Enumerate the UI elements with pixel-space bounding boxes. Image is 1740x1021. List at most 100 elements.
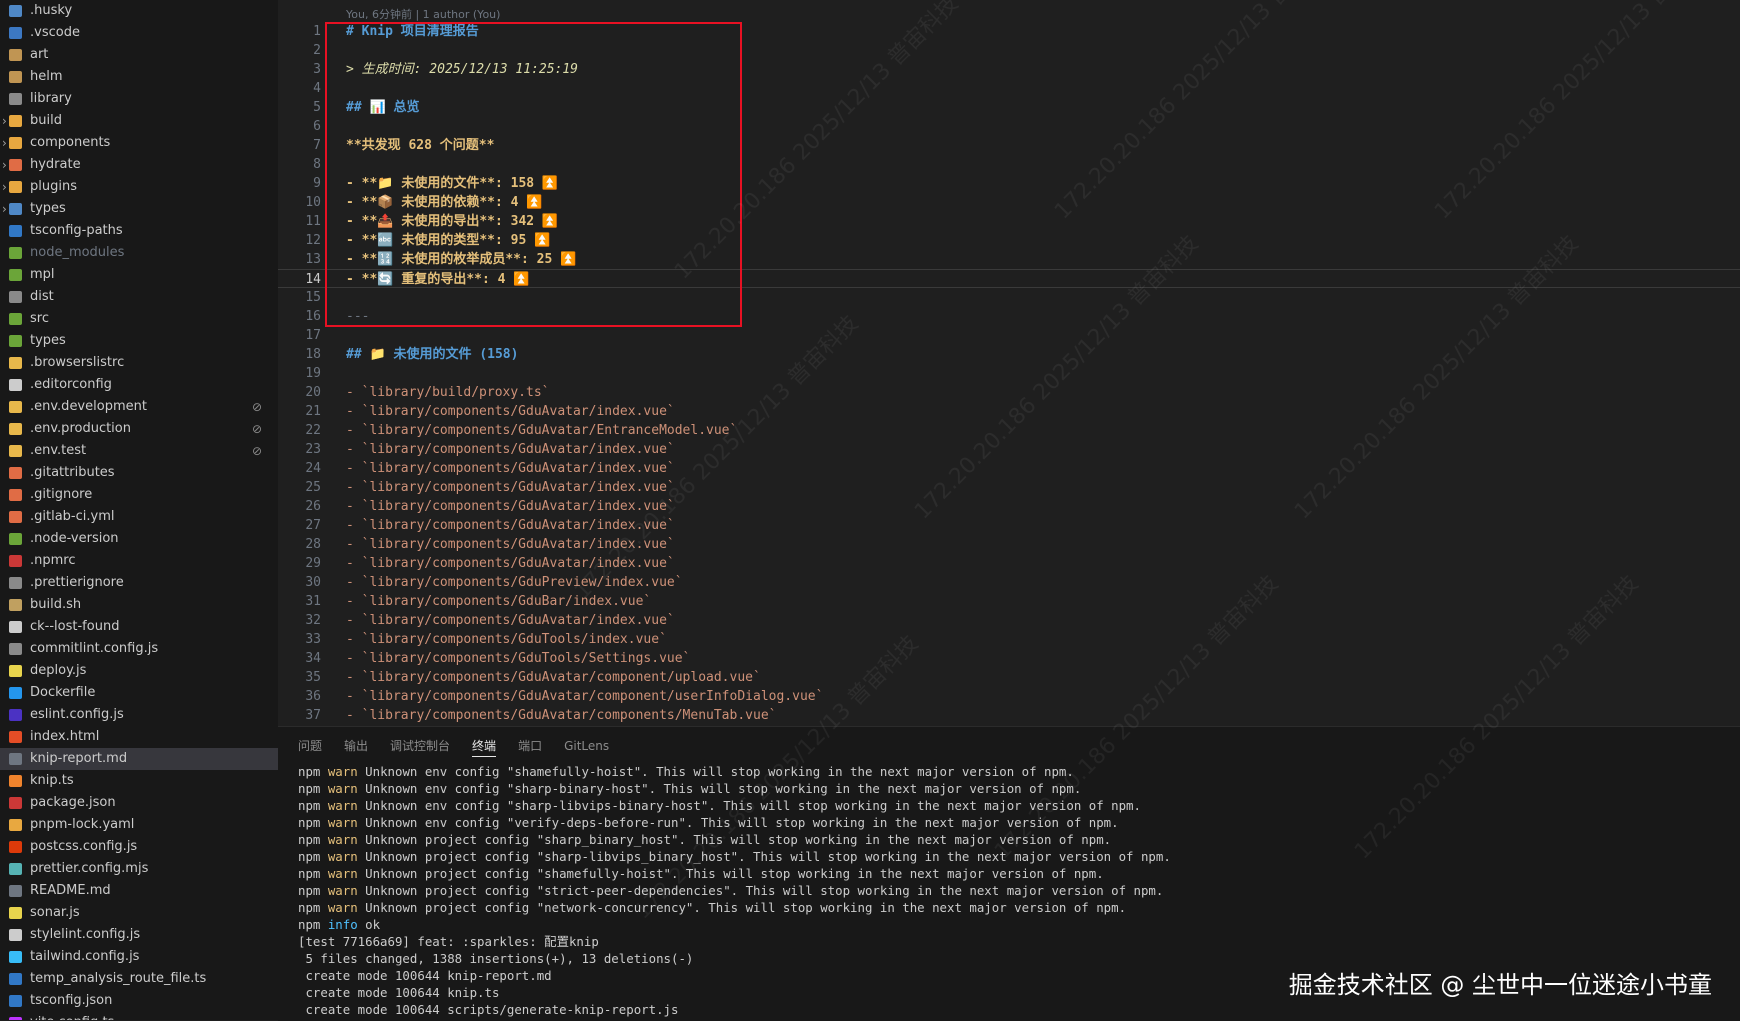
code-line[interactable]: 17	[278, 326, 1740, 345]
explorer-item[interactable]: node_modules	[0, 242, 278, 264]
explorer-item[interactable]: .gitlab-ci.yml	[0, 506, 278, 528]
code-line[interactable]: 20 - `library/build/proxy.ts`	[278, 383, 1740, 402]
code-line[interactable]: 28 - `library/components/GduAvatar/index.…	[278, 535, 1740, 554]
explorer-item[interactable]: README.md	[0, 880, 278, 902]
code-line[interactable]: 22 - `library/components/GduAvatar/Entran…	[278, 421, 1740, 440]
explorer-item[interactable]: postcss.config.js	[0, 836, 278, 858]
code-line[interactable]: 26 - `library/components/GduAvatar/index.…	[278, 497, 1740, 516]
explorer-item[interactable]: temp_analysis_route_file.ts	[0, 968, 278, 990]
code-line[interactable]: 24 - `library/components/GduAvatar/index.…	[278, 459, 1740, 478]
explorer-item[interactable]: .node-version	[0, 528, 278, 550]
explorer-item[interactable]: › types	[0, 198, 278, 220]
explorer-item[interactable]: tsconfig.json	[0, 990, 278, 1012]
code-line[interactable]: 19	[278, 364, 1740, 383]
explorer-item[interactable]: mpl	[0, 264, 278, 286]
explorer-item[interactable]: deploy.js	[0, 660, 278, 682]
explorer-item[interactable]: helm	[0, 66, 278, 88]
explorer-item[interactable]: src	[0, 308, 278, 330]
explorer-item[interactable]: .env.development ⊘	[0, 396, 278, 418]
explorer-item[interactable]: prettier.config.mjs	[0, 858, 278, 880]
line-text: - `library/components/GduAvatar/index.vu…	[346, 480, 675, 495]
code-line[interactable]: 35 - `library/components/GduAvatar/compon…	[278, 668, 1740, 687]
explorer-item[interactable]: .prettierignore	[0, 572, 278, 594]
explorer-item[interactable]: .npmrc	[0, 550, 278, 572]
code-line[interactable]: 32 - `library/components/GduAvatar/index.…	[278, 611, 1740, 630]
explorer-item[interactable]: › components	[0, 132, 278, 154]
code-line[interactable]: 13 - **🔢 未使用的枚举成员**: 25 ⏫	[278, 250, 1740, 269]
panel-tab[interactable]: 输出	[344, 737, 368, 754]
code-line[interactable]: 8	[278, 155, 1740, 174]
code-line[interactable]: 2	[278, 41, 1740, 60]
code-line[interactable]: 1 # Knip 项目清理报告	[278, 22, 1740, 41]
explorer-item[interactable]: eslint.config.js	[0, 704, 278, 726]
panel-tab[interactable]: 终端	[472, 737, 497, 757]
file-icon	[9, 841, 22, 853]
explorer-item-label: knip-report.md	[30, 751, 128, 766]
explorer-item[interactable]: ck--lost-found	[0, 616, 278, 638]
code-line[interactable]: 16 ---	[278, 307, 1740, 326]
code-line[interactable]: 27 - `library/components/GduAvatar/index.…	[278, 516, 1740, 535]
code-line[interactable]: 4	[278, 79, 1740, 98]
panel-tab[interactable]: 问题	[298, 737, 322, 754]
explorer-item[interactable]: build.sh	[0, 594, 278, 616]
code-line[interactable]: 11 - **📤 未使用的导出**: 342 ⏫	[278, 212, 1740, 231]
code-line[interactable]: 36 - `library/components/GduAvatar/compon…	[278, 687, 1740, 706]
explorer-item-label: package.json	[30, 795, 116, 810]
explorer-item[interactable]: .editorconfig	[0, 374, 278, 396]
explorer-item[interactable]: knip-report.md	[0, 748, 278, 770]
explorer-item[interactable]: dist	[0, 286, 278, 308]
code-line[interactable]: 34 - `library/components/GduTools/Setting…	[278, 649, 1740, 668]
explorer-item[interactable]: stylelint.config.js	[0, 924, 278, 946]
explorer-item[interactable]: › plugins	[0, 176, 278, 198]
line-number: 11	[305, 214, 321, 229]
explorer-item[interactable]: commitlint.config.js	[0, 638, 278, 660]
code-line[interactable]: 25 - `library/components/GduAvatar/index.…	[278, 478, 1740, 497]
explorer-item[interactable]: types	[0, 330, 278, 352]
explorer-item-label: vite.config.ts	[30, 1012, 114, 1020]
explorer-item[interactable]: art	[0, 44, 278, 66]
explorer-item[interactable]: .husky	[0, 0, 278, 22]
explorer-item[interactable]: pnpm-lock.yaml	[0, 814, 278, 836]
terminal-output[interactable]: npm warn Unknown env config "shamefully-…	[298, 763, 1171, 1018]
code-line[interactable]: 12 - **🔤 未使用的类型**: 95 ⏫	[278, 231, 1740, 250]
explorer-item[interactable]: tsconfig-paths	[0, 220, 278, 242]
explorer-item[interactable]: library	[0, 88, 278, 110]
explorer-item[interactable]: sonar.js	[0, 902, 278, 924]
explorer-item[interactable]: .gitattributes	[0, 462, 278, 484]
explorer-item[interactable]: .gitignore	[0, 484, 278, 506]
code-line[interactable]: 31 - `library/components/GduBar/index.vue…	[278, 592, 1740, 611]
code-line[interactable]: 14 - **🔄 重复的导出**: 4 ⏫	[278, 269, 1740, 288]
explorer-item[interactable]: › build	[0, 110, 278, 132]
code-line[interactable]: 15	[278, 288, 1740, 307]
explorer-item[interactable]: .env.test ⊘	[0, 440, 278, 462]
explorer-item[interactable]: .vscode	[0, 22, 278, 44]
explorer-item[interactable]: index.html	[0, 726, 278, 748]
code-line[interactable]: 18 ## 📁 未使用的文件 (158)	[278, 345, 1740, 364]
explorer-item[interactable]: knip.ts	[0, 770, 278, 792]
code-line[interactable]: 6	[278, 117, 1740, 136]
code-line[interactable]: 33 - `library/components/GduTools/index.v…	[278, 630, 1740, 649]
file-icon	[9, 599, 22, 611]
line-number: 13	[305, 252, 321, 267]
panel-tab[interactable]: 调试控制台	[390, 737, 450, 754]
explorer-item[interactable]: › hydrate	[0, 154, 278, 176]
code-line[interactable]: 30 - `library/components/GduPreview/index…	[278, 573, 1740, 592]
code-line[interactable]: 37 - `library/components/GduAvatar/compon…	[278, 706, 1740, 725]
code-line[interactable]: 3 > 生成时间: 2025/12/13 11:25:19	[278, 60, 1740, 79]
code-line[interactable]: 23 - `library/components/GduAvatar/index.…	[278, 440, 1740, 459]
code-line[interactable]: 9 - **📁 未使用的文件**: 158 ⏫	[278, 174, 1740, 193]
code-line[interactable]: 5 ## 📊 总览	[278, 98, 1740, 117]
panel-tab[interactable]: 端口	[518, 737, 542, 754]
explorer-item[interactable]: package.json	[0, 792, 278, 814]
explorer-item[interactable]: tailwind.config.js	[0, 946, 278, 968]
panel-tab[interactable]: GitLens	[564, 739, 609, 753]
editor[interactable]: You, 6分钟前 | 1 author (You) 1 # Knip 项目清理报…	[278, 0, 1740, 726]
explorer-item[interactable]: .browserslistrc	[0, 352, 278, 374]
code-line[interactable]: 7 **共发现 628 个问题**	[278, 136, 1740, 155]
explorer-item[interactable]: Dockerfile	[0, 682, 278, 704]
code-line[interactable]: 10 - **📦 未使用的依赖**: 4 ⏫	[278, 193, 1740, 212]
code-line[interactable]: 29 - `library/components/GduAvatar/index.…	[278, 554, 1740, 573]
explorer-item[interactable]: vite.config.ts	[0, 1012, 278, 1020]
code-line[interactable]: 21 - `library/components/GduAvatar/index.…	[278, 402, 1740, 421]
explorer-item[interactable]: .env.production ⊘	[0, 418, 278, 440]
